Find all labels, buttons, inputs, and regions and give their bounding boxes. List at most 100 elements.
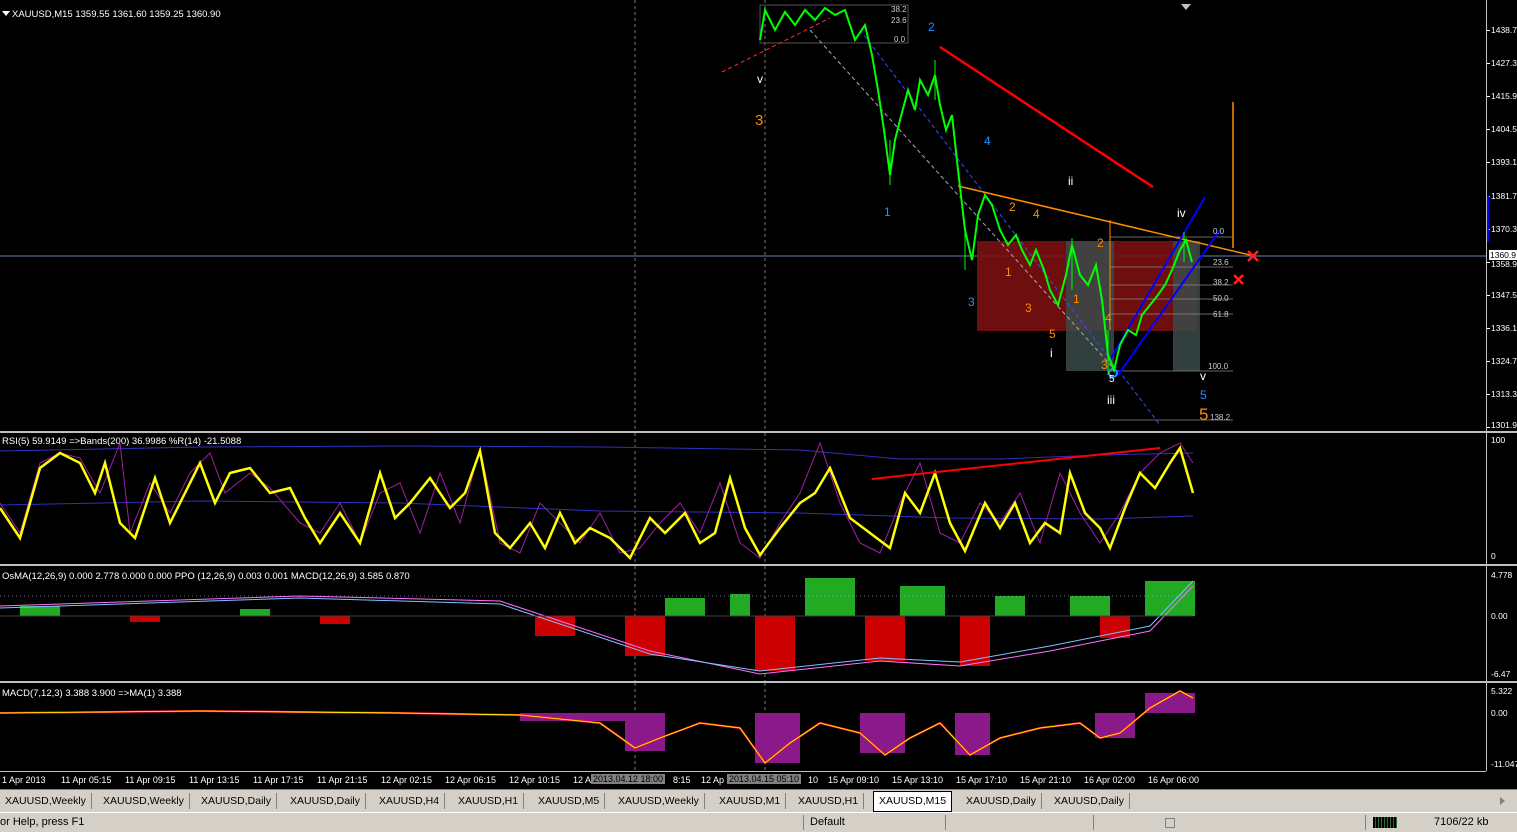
time-label: 15 Apr 09:10 (828, 775, 880, 785)
time-label: 12 Apr 10:15 (509, 775, 561, 785)
tab-chart[interactable]: XAUUSD,Weekly (98, 793, 190, 809)
status-profile: Default (810, 816, 845, 828)
price-pane[interactable]: XAUUSD,M15 1359.55 1361.60 1359.25 1360.… (0, 0, 1486, 431)
tab-chart-active[interactable]: XAUUSD,M15 (873, 791, 953, 812)
osma-tick: 0.00 (1491, 611, 1508, 621)
tab-chart[interactable]: XAUUSD,Daily (1049, 793, 1131, 809)
fib-label: 23.6 (891, 16, 907, 25)
time-label: 16 Apr 02:00 (1084, 775, 1136, 785)
price-tick: 1358.9 (1491, 259, 1517, 269)
wave-label: 2 (928, 20, 935, 34)
time-label: 16 Apr 06:00 (1148, 775, 1200, 785)
wave-label: ii (1068, 174, 1074, 188)
wave-label: 5 (1109, 374, 1115, 385)
connection-bars-icon (1373, 817, 1397, 828)
status-traffic: 7106/22 kb (1434, 816, 1489, 828)
osma-axis[interactable]: 4.778 0.00 -6.47 (1486, 566, 1517, 681)
wave-label: 3 (1101, 358, 1108, 372)
time-label: 12 Apr 06:15 (445, 775, 497, 785)
wave-label: 1 (1073, 292, 1080, 306)
bands-upper (0, 445, 1194, 460)
status-bar: or Help, press F1 Default 7106/22 kb (0, 812, 1517, 832)
wave-label: i (1050, 346, 1053, 360)
price-tick: 1438.7 (1491, 25, 1517, 35)
price-tick: 1393.1 (1491, 157, 1517, 167)
time-label: 11 Apr 17:15 (253, 775, 304, 785)
rsi-tick: 0 (1491, 551, 1496, 561)
osma-chart-svg (0, 566, 1195, 681)
fib-label: 23.6 (1213, 258, 1229, 267)
macd-tick: 0.00 (1491, 708, 1508, 718)
wave-label: v (1200, 369, 1206, 383)
fib-top-rect (759, 4, 909, 44)
time-label: 12 Ap (701, 775, 725, 785)
price-chart-svg (0, 0, 1486, 431)
tab-chart[interactable]: XAUUSD,H4 (374, 793, 446, 809)
time-axis[interactable]: 1 Apr 2013 11 Apr 05:15 11 Apr 09:15 11 … (0, 771, 1486, 790)
chart-tabs: XAUUSD,Weekly XAUUSD,Weekly XAUUSD,Daily… (0, 789, 1517, 813)
osma-pane[interactable]: OsMA(12,26,9) 0.000 2.778 0.000 0.000 PP… (0, 566, 1486, 681)
rsi-pane[interactable]: RSI(5) 59.9149 =>Bands(200) 36.9986 %R(1… (0, 433, 1486, 564)
current-price-badge: 1360.9 (1489, 250, 1517, 260)
time-label: 8:15 (673, 775, 691, 785)
price-tick: 1324.7 (1491, 356, 1517, 366)
price-tick: 1347.5 (1491, 290, 1517, 300)
wave-label: 1 (884, 205, 891, 219)
status-help-text: or Help, press F1 (0, 816, 85, 828)
macd-pane[interactable]: MACD(7,12,3) 3.388 3.900 =>MA(1) 3.388 (0, 683, 1486, 771)
tabs-scroll-right-icon[interactable] (1500, 797, 1505, 805)
time-label: 12 A (573, 775, 592, 785)
macd-axis[interactable]: 5.322 0.00 -11.047 (1486, 683, 1517, 771)
fib-label: 50.0 (1213, 294, 1229, 303)
time-label: 12 Apr 02:15 (381, 775, 433, 785)
rsi-axis[interactable]: 100 0 (1486, 433, 1517, 564)
tab-chart[interactable]: XAUUSD,Daily (961, 793, 1043, 809)
time-label: 1 Apr 2013 (2, 775, 46, 785)
rsi-chart-svg (0, 433, 1195, 564)
wave-label: iii (1107, 393, 1115, 407)
wave-label: 3 (755, 112, 764, 129)
macd-tick: -11.047 (1491, 759, 1517, 769)
tab-chart[interactable]: XAUUSD,M5 (533, 793, 606, 809)
blue-marker (1487, 196, 1489, 242)
red-trendline (939, 45, 1154, 189)
tab-chart[interactable]: XAUUSD,Weekly (613, 793, 705, 809)
time-label: 15 Apr 13:10 (892, 775, 944, 785)
macd-line (0, 689, 1194, 765)
price-tick: 1313.3 (1491, 389, 1517, 399)
dashed-trend-red (721, 17, 831, 73)
time-label: 11 Apr 13:15 (189, 775, 240, 785)
price-tick: 1381.7 (1491, 191, 1517, 201)
tab-chart[interactable]: XAUUSD,H1 (793, 793, 865, 809)
time-label: 11 Apr 21:15 (317, 775, 368, 785)
fib-label: 38.2 (1213, 278, 1229, 287)
wave-label: 4 (1105, 311, 1112, 325)
fib-label: 38.2 (891, 5, 907, 14)
osma-tick: -6.47 (1491, 669, 1511, 679)
time-label: 15 Apr 17:10 (956, 775, 1008, 785)
tab-chart[interactable]: XAUUSD,M1 (714, 793, 787, 809)
crosshair-time: 2013.04.15 05:10 (727, 774, 802, 784)
price-axis[interactable]: 1438.7 1427.3 1415.9 1404.5 1393.1 1381.… (1486, 0, 1517, 431)
time-label: 10 (808, 775, 819, 785)
tab-chart[interactable]: XAUUSD,H1 (453, 793, 525, 809)
price-tick: 1427.3 (1491, 58, 1517, 68)
fib-label: 0.0 (1213, 227, 1225, 236)
osma-tick: 4.778 (1491, 570, 1513, 580)
fib-label: 100.0 (1208, 362, 1229, 371)
rsi-divergence-line (871, 447, 1161, 480)
wave-label: 2 (1009, 200, 1016, 214)
time-label: 11 Apr 09:15 (125, 775, 176, 785)
wave-label: v (757, 72, 763, 86)
macd-ma-line (0, 690, 1194, 764)
wave-label: 5 (1049, 327, 1056, 341)
tab-chart[interactable]: XAUUSD,Daily (196, 793, 278, 809)
price-tick: 1301.9 (1491, 420, 1517, 430)
time-label: 11 Apr 05:15 (61, 775, 112, 785)
macd-tick: 5.322 (1491, 686, 1513, 696)
tab-chart[interactable]: XAUUSD,Weekly (0, 793, 92, 809)
wave-label: 4 (984, 134, 991, 148)
tab-chart[interactable]: XAUUSD,Daily (285, 793, 367, 809)
price-tick: 1415.9 (1491, 91, 1517, 101)
williams-r (0, 441, 1194, 559)
